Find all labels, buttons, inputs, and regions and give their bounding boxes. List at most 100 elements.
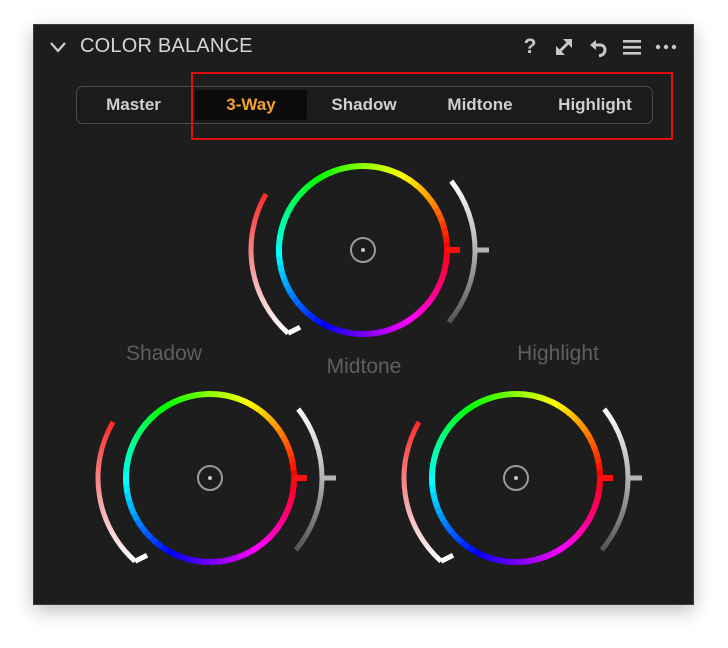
hue-ring-segment: [442, 255, 450, 266]
highlight-wheel[interactable]: [376, 380, 656, 585]
hue-ring-segment: [250, 543, 261, 554]
hue-ring-segment: [454, 535, 465, 546]
hue-ring-segment: [595, 483, 603, 494]
hue-ring-segment: [581, 427, 592, 438]
shadow-wheel[interactable]: [70, 380, 350, 585]
hue-ring-segment: [436, 276, 446, 287]
hue-ring-segment: [471, 399, 482, 409]
hue-ring-segment: [500, 557, 511, 565]
hue-ring-segment: [433, 283, 443, 294]
hue-ring-segment: [229, 393, 240, 402]
hue-ring-segment: [280, 511, 290, 522]
hue-ring-segment: [549, 398, 560, 408]
hue-ring-segment: [370, 329, 380, 337]
hue-ring-segment: [325, 168, 336, 178]
hue-ring-segment: [143, 530, 154, 541]
hue-ring-segment: [585, 433, 595, 444]
hue-ring-segment: [437, 512, 447, 523]
hue-ring-segment: [555, 402, 566, 412]
hue-ring-segment: [573, 529, 584, 540]
hue-ring-segment: [449, 530, 460, 541]
hue-ring-segment: [326, 323, 337, 333]
tab-shadow[interactable]: Shadow: [309, 90, 419, 120]
hue-ring-segment: [466, 544, 477, 554]
hue-ring-segment: [281, 277, 291, 288]
tab-highlight[interactable]: Highlight: [539, 90, 651, 120]
hue-ring-segment: [222, 392, 233, 400]
midtone-wheel[interactable]: [223, 152, 503, 357]
chevron-down-icon[interactable]: [48, 37, 68, 57]
hue-ring-segment: [493, 556, 504, 564]
saturation-handle[interactable]: [133, 552, 149, 564]
hue-ring-segment: [433, 441, 443, 452]
hue-ring-segment: [535, 393, 546, 402]
hue-ring-segment: [237, 550, 248, 560]
hue-ring-segment: [465, 402, 476, 413]
hue-marker[interactable]: [293, 475, 307, 481]
hue-ring-segment: [284, 284, 294, 295]
tab-master[interactable]: Master: [81, 90, 186, 120]
more-icon[interactable]: [653, 34, 679, 60]
hue-ring-segment: [424, 193, 435, 204]
hue-ring-segment: [485, 393, 496, 403]
hue-ring-segment: [453, 411, 464, 422]
highlight-label: Highlight: [517, 342, 599, 365]
tab-midtone[interactable]: Midtone: [423, 90, 537, 120]
hue-ring-segment: [147, 411, 158, 422]
hue-ring-segment: [275, 427, 286, 438]
saturation-handle[interactable]: [286, 324, 302, 336]
hue-ring-segment: [154, 540, 165, 550]
brightness-handle[interactable]: [626, 475, 642, 481]
hue-ring-segment: [568, 534, 579, 545]
hue-ring-segment: [300, 183, 311, 194]
hue-ring-segment: [440, 428, 450, 439]
hue-ring-segment: [187, 556, 198, 564]
hue-ring-segment: [542, 395, 553, 405]
hue-ring-segment: [319, 320, 330, 330]
hue-ring-segment: [261, 410, 272, 421]
hue-ring-segment: [425, 295, 435, 306]
hue-ring-segment: [166, 548, 177, 558]
hue-ring-segment: [459, 406, 470, 417]
hue-ring-segment: [528, 392, 539, 400]
hue-ring-segment: [279, 433, 289, 444]
hue-ring-segment: [530, 555, 540, 564]
brightness-handle[interactable]: [320, 475, 336, 481]
hue-ring-segment: [131, 512, 141, 523]
hue-ring-segment: [420, 301, 431, 312]
hue-ring-segment: [318, 171, 329, 181]
hue-ring-segment: [285, 447, 295, 458]
hue-ring-segment: [377, 327, 387, 336]
menu-icon[interactable]: [619, 34, 645, 60]
hue-ring-segment: [441, 262, 449, 273]
hue-ring-segment: [306, 178, 317, 189]
hue-ring-segment: [439, 269, 448, 280]
hue-ring-segment: [346, 163, 356, 171]
hue-ring-segment: [389, 167, 400, 177]
help-icon[interactable]: ?: [517, 34, 543, 60]
expand-icon[interactable]: [551, 34, 577, 60]
hue-ring-segment: [123, 462, 131, 473]
hue-ring-segment: [287, 200, 297, 211]
hue-ring-segment: [236, 395, 247, 405]
hue-ring-segment: [430, 492, 439, 502]
hue-ring-segment: [397, 319, 408, 329]
saturation-handle[interactable]: [439, 552, 455, 564]
brightness-handle[interactable]: [473, 247, 489, 253]
hue-ring-segment: [429, 485, 437, 495]
hue-ring-segment: [543, 550, 554, 560]
reset-icon[interactable]: [585, 34, 611, 60]
hue-ring-segment: [278, 220, 287, 231]
hue-ring-segment: [435, 212, 445, 223]
hue-ring-segment: [434, 505, 444, 516]
hue-ring-segment: [442, 233, 450, 243]
hue-marker[interactable]: [446, 247, 460, 253]
hue-ring-segment: [287, 454, 296, 464]
tab-3-way[interactable]: 3-Way: [195, 90, 307, 120]
hue-marker[interactable]: [599, 475, 613, 481]
hue-ring-segment: [193, 391, 203, 399]
hue-ring-segment: [266, 415, 277, 426]
hue-ring-segment: [572, 415, 583, 426]
hue-ring-segment: [291, 194, 301, 205]
hue-ring-segment: [403, 315, 414, 326]
